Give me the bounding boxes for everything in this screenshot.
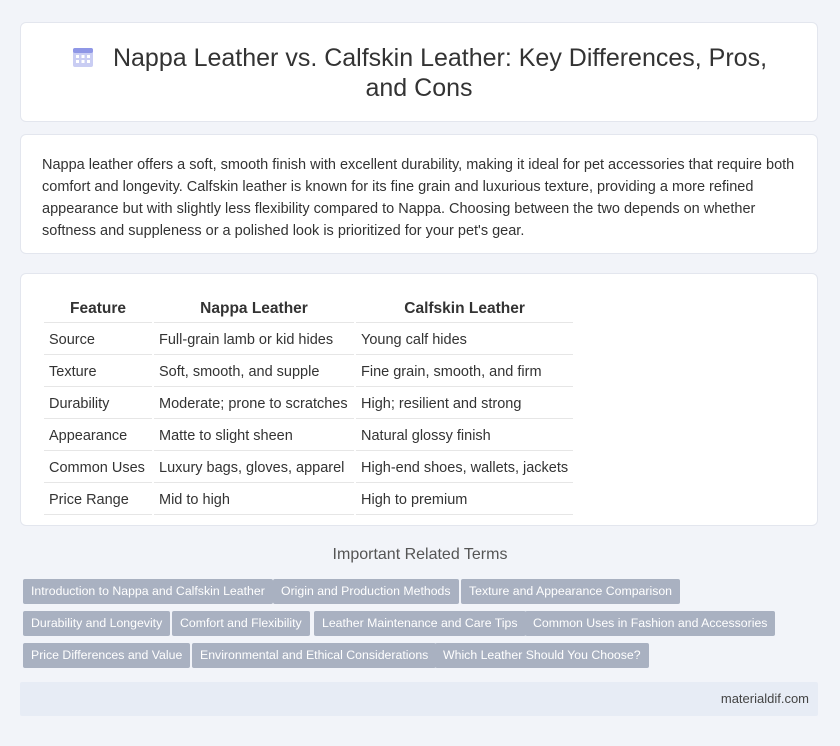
table-cell: Matte to slight sheen	[154, 421, 354, 451]
table-cell: Luxury bags, gloves, apparel	[154, 453, 354, 483]
page-title: Nappa Leather vs. Calfskin Leather: Key …	[112, 44, 768, 102]
header-nappa: Nappa Leather	[154, 296, 354, 323]
table-cell: Moderate; prone to scratches	[154, 389, 354, 419]
table-cell: Common Uses	[44, 453, 152, 483]
related-tag[interactable]: Environmental and Ethical Considerations	[192, 643, 437, 668]
table-cell: Mid to high	[154, 485, 354, 515]
footer-bar: materialdif.com	[20, 682, 818, 716]
table-cell: High-end shoes, wallets, jackets	[356, 453, 574, 483]
comparison-table: Feature Nappa Leather Calfskin Leather S…	[42, 294, 575, 517]
title-card: Nappa Leather vs. Calfskin Leather: Key …	[20, 22, 818, 122]
related-tag[interactable]: Price Differences and Value	[23, 643, 191, 668]
table-cell: Source	[44, 325, 152, 355]
table-cell: Durability	[44, 389, 152, 419]
related-tag[interactable]: Durability and Longevity	[23, 611, 171, 636]
table-cell: High to premium	[356, 485, 574, 515]
table-cell: Young calf hides	[356, 325, 574, 355]
table-row: Durability Moderate; prone to scratches …	[44, 389, 574, 419]
related-tag[interactable]: Common Uses in Fashion and Accessories	[525, 611, 776, 636]
table-row: Texture Soft, smooth, and supple Fine gr…	[44, 357, 574, 387]
table-row: Source Full-grain lamb or kid hides Youn…	[44, 325, 574, 355]
related-tag[interactable]: Leather Maintenance and Care Tips	[314, 611, 526, 636]
table-cell: Price Range	[44, 485, 152, 515]
table-row: Price Range Mid to high High to premium	[44, 485, 574, 515]
calendar-grid-icon	[72, 48, 93, 67]
related-tag[interactable]: Texture and Appearance Comparison	[461, 579, 681, 604]
table-cell: Fine grain, smooth, and firm	[356, 357, 574, 387]
related-tag[interactable]: Introduction to Nappa and Calfskin Leath…	[23, 579, 273, 604]
header-feature: Feature	[44, 296, 152, 323]
table-cell: Appearance	[44, 421, 152, 451]
table-cell: Soft, smooth, and supple	[154, 357, 354, 387]
table-row: Common Uses Luxury bags, gloves, apparel…	[44, 453, 574, 483]
table-cell: High; resilient and strong	[356, 389, 574, 419]
table-cell: Natural glossy finish	[356, 421, 574, 451]
table-cell: Texture	[44, 357, 152, 387]
footer-site-link[interactable]: materialdif.com	[721, 691, 809, 706]
related-tag[interactable]: Which Leather Should You Choose?	[435, 643, 649, 668]
table-header-row: Feature Nappa Leather Calfskin Leather	[44, 296, 574, 323]
page-title-wrap: Nappa Leather vs. Calfskin Leather: Key …	[61, 43, 777, 103]
intro-card: Nappa leather offers a soft, smooth fini…	[20, 134, 818, 254]
header-calfskin: Calfskin Leather	[356, 296, 574, 323]
related-tag[interactable]: Origin and Production Methods	[273, 579, 459, 604]
table-row: Appearance Matte to slight sheen Natural…	[44, 421, 574, 451]
table-cell: Full-grain lamb or kid hides	[154, 325, 354, 355]
comparison-card: Feature Nappa Leather Calfskin Leather S…	[20, 273, 818, 526]
related-tag[interactable]: Comfort and Flexibility	[172, 611, 310, 636]
related-terms-heading: Important Related Terms	[332, 546, 508, 563]
intro-paragraph: Nappa leather offers a soft, smooth fini…	[42, 157, 795, 239]
